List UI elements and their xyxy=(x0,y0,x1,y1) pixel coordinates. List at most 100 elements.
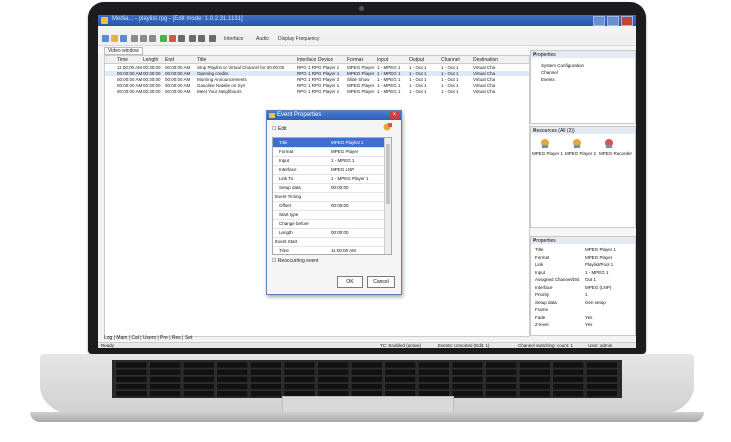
search-icon[interactable] xyxy=(198,35,205,42)
tab-video-window[interactable]: Video window xyxy=(104,47,143,55)
keyboard-key xyxy=(317,368,349,376)
dialog-property-row[interactable]: Time 11:00:00 AM xyxy=(273,246,384,254)
tree-item[interactable]: System Configuration xyxy=(541,63,584,68)
property-row[interactable]: Priority 1 xyxy=(533,292,633,298)
keyboard-key xyxy=(552,368,584,376)
stop-icon[interactable] xyxy=(169,35,176,42)
close-button[interactable] xyxy=(621,16,633,26)
keyboard-key xyxy=(586,383,618,390)
property-key: Frame xyxy=(535,307,549,312)
new-icon[interactable] xyxy=(102,35,109,42)
keyboard-key xyxy=(115,368,148,376)
column-header[interactable]: Input xyxy=(377,57,388,63)
player-icon[interactable] xyxy=(539,138,551,149)
table-cell: 1 - Out 1 xyxy=(441,89,459,94)
table-row[interactable]: 00:00:00 AM 00:30:00 00:00:00 AM Meet Your … xyxy=(105,89,529,94)
property-row[interactable]: Input 1 - MPEG 1 xyxy=(533,270,633,276)
keyboard-key xyxy=(115,376,148,383)
column-header[interactable]: Length xyxy=(143,57,158,63)
table-row[interactable]: 00:00:00 AM 00:30:00 00:00:00 AM Opening cr… xyxy=(105,71,529,76)
table-row[interactable]: 00:00:00 AM 00:30:00 00:00:00 AM Morning An… xyxy=(105,77,529,82)
edit-icon[interactable] xyxy=(383,122,393,132)
cancel-button[interactable]: Cancel xyxy=(367,276,395,288)
display-frequency-button[interactable]: Display Frequency xyxy=(278,36,319,42)
property-row[interactable]: Link Playlist/Pool 1 xyxy=(533,262,633,268)
keyboard-key xyxy=(182,390,215,397)
keyboard-key xyxy=(418,376,450,383)
keyboard-key xyxy=(283,376,316,383)
close-icon[interactable]: × xyxy=(533,238,633,244)
property-row[interactable]: Assigned Channel/Dst Out 1 xyxy=(533,277,633,283)
zoom-icon[interactable] xyxy=(189,35,196,42)
column-header[interactable]: Time xyxy=(117,57,128,63)
list-icon[interactable] xyxy=(209,35,216,42)
property-key: Setup data xyxy=(535,299,557,305)
column-header[interactable]: Channel xyxy=(441,57,460,63)
minimize-button[interactable] xyxy=(593,16,605,26)
bottom-tabs[interactable]: Log | Main | Cal | Users | Pre | Res | S… xyxy=(104,335,304,342)
dialog-close-button[interactable]: × xyxy=(390,112,399,119)
property-row[interactable]: Setup data Gen setup xyxy=(533,300,633,306)
property-key: Format xyxy=(535,254,550,260)
property-key: Input xyxy=(535,269,546,275)
copy-icon[interactable] xyxy=(140,35,147,42)
interface-button[interactable]: Interface xyxy=(224,36,243,42)
edit-toggle[interactable]: ☐ Edit xyxy=(272,126,287,132)
paste-icon[interactable] xyxy=(149,35,156,42)
save-icon[interactable] xyxy=(120,35,127,42)
table-row[interactable]: 11:00:00 AM 00:30:00 00:00:00 AM Stop Playl… xyxy=(105,65,529,70)
keyboard-key xyxy=(485,383,517,390)
keyboard-key xyxy=(250,376,282,383)
keyboard-key xyxy=(115,361,148,369)
settings-icon[interactable] xyxy=(178,35,185,42)
player-icon[interactable] xyxy=(571,138,583,149)
dialog-title-bar[interactable]: Event Properties × xyxy=(267,111,401,120)
status-text: Channel switching: count: 1 xyxy=(518,343,574,348)
scrollbar[interactable] xyxy=(384,138,391,254)
column-header[interactable]: Format xyxy=(347,57,363,63)
column-header[interactable]: Destination xyxy=(473,57,498,63)
recorder-icon[interactable] xyxy=(603,138,615,149)
cut-icon[interactable] xyxy=(131,35,138,42)
keyboard-key xyxy=(350,383,383,390)
close-icon[interactable]: × xyxy=(533,128,633,134)
keyboard-key xyxy=(350,368,383,376)
table-cell: 1 - Out 1 xyxy=(409,83,427,88)
column-header[interactable]: Output xyxy=(409,57,424,63)
property-row[interactable]: Title MPEG Player 1 xyxy=(533,247,633,253)
property-row[interactable]: Format MPEG Player xyxy=(533,255,633,261)
property-value: 1 - MPEG 1 xyxy=(585,269,609,275)
keyboard-key xyxy=(519,361,551,369)
audio-button[interactable]: Audio xyxy=(256,36,269,42)
property-row[interactable]: Fade Yes xyxy=(533,315,633,321)
property-row[interactable]: Frame xyxy=(533,307,633,313)
property-key: Link xyxy=(535,262,544,267)
maximize-button[interactable] xyxy=(607,16,619,26)
tree-item[interactable]: Channel xyxy=(541,70,558,75)
keyboard xyxy=(112,360,622,398)
column-header[interactable]: End xyxy=(165,57,174,63)
table-cell: 00:00:00 AM xyxy=(117,89,143,94)
table-cell: MPEG Player xyxy=(347,89,375,94)
column-header[interactable]: Interface Device xyxy=(297,57,333,63)
tree-item[interactable]: Events xyxy=(541,77,555,82)
property-row[interactable]: Interface MPEG (LNP) xyxy=(533,285,633,291)
reoccurring-checkbox[interactable]: ☐ Reoccurring event xyxy=(272,258,318,264)
keyboard-key xyxy=(250,390,282,397)
dialog-property-value: 00:00:00 xyxy=(331,203,349,208)
keyboard-key xyxy=(586,368,618,376)
scrollbar-thumb[interactable] xyxy=(386,144,390,204)
play-icon[interactable] xyxy=(160,35,167,42)
ok-button[interactable]: OK xyxy=(337,276,363,288)
close-icon[interactable]: × xyxy=(533,52,633,58)
keyboard-key xyxy=(586,361,618,369)
table-row[interactable]: 00:00:00 AM 00:30:00 00:00:00 AM Gasoline N… xyxy=(105,83,529,88)
open-icon[interactable] xyxy=(111,35,118,42)
title-bar[interactable]: Media... - playlist.rpg - [Edit mode: 1.… xyxy=(98,15,636,26)
table-cell: 00:30:00 xyxy=(143,83,161,88)
keyboard-key xyxy=(216,368,249,376)
column-header[interactable]: Title xyxy=(197,57,206,63)
keyboard-key xyxy=(552,390,584,397)
property-row[interactable]: Z-level Yes xyxy=(533,322,633,328)
keyboard-key xyxy=(182,361,215,369)
